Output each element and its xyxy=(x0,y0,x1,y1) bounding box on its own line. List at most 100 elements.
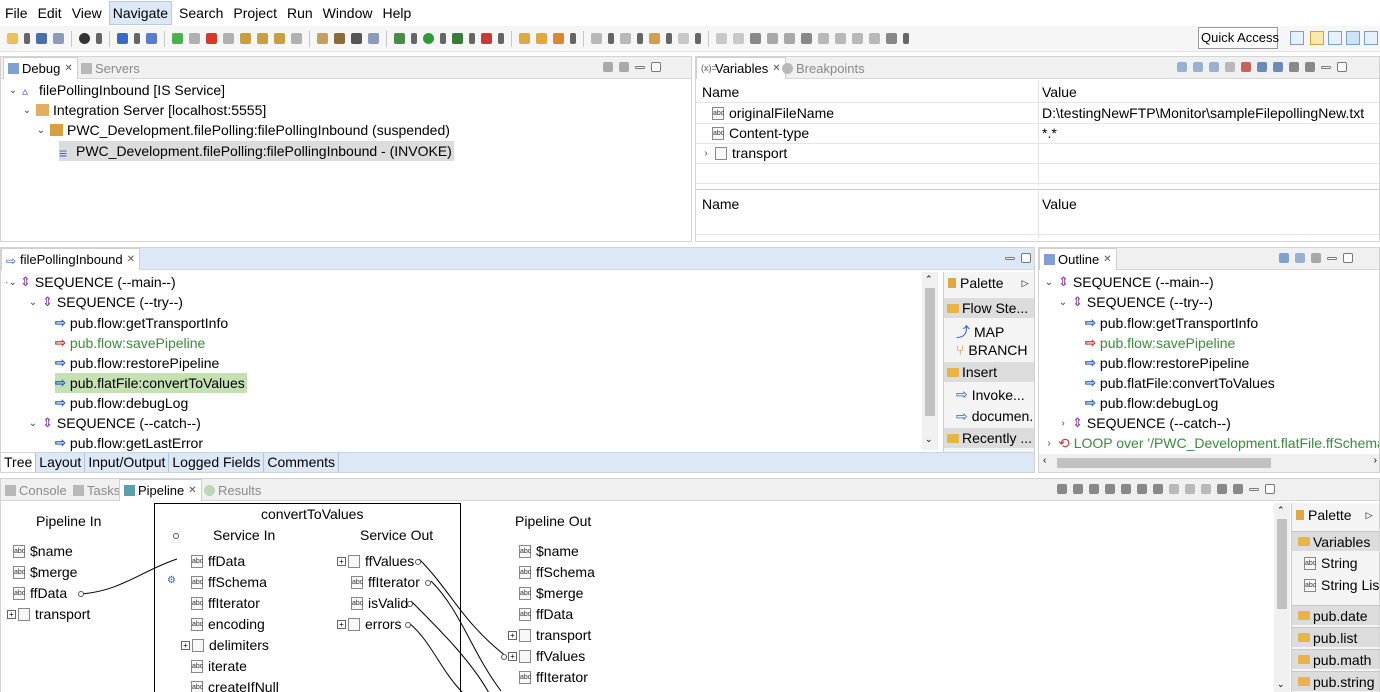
outline-item[interactable]: ⇨ pub.flow:getTransportInfo xyxy=(1085,313,1258,333)
chevron-down-icon[interactable]: ⌄ xyxy=(1057,297,1069,308)
chevron-down-icon[interactable]: ⌄ xyxy=(27,297,39,308)
column-header-name[interactable]: Name xyxy=(702,84,739,100)
pipeline-in-field[interactable]: abc $name xyxy=(13,543,73,559)
outdent-icon[interactable] xyxy=(869,33,880,44)
move-down-icon[interactable] xyxy=(835,33,846,44)
skip-breakpoints-icon[interactable] xyxy=(146,33,157,44)
scroll-right-icon[interactable]: › xyxy=(1374,455,1377,466)
tree-item-selected[interactable]: ⇨ pub.flatFile:convertToValues xyxy=(55,373,247,393)
link-connector[interactable] xyxy=(501,654,507,660)
chevron-right-icon[interactable]: › xyxy=(1043,438,1055,449)
paste-icon[interactable] xyxy=(784,33,795,44)
service-in-field[interactable]: abc createIfNull xyxy=(191,679,279,692)
service-in-field[interactable]: + delimiters xyxy=(181,637,269,653)
options-icon[interactable] xyxy=(1153,484,1163,494)
outline-item[interactable]: ⌄ ⇕ SEQUENCE (--main--) xyxy=(1043,272,1214,292)
tab-comments[interactable]: Comments xyxy=(264,453,340,472)
link-connector[interactable] xyxy=(78,591,84,597)
globe-icon[interactable] xyxy=(79,33,90,44)
copy-icon[interactable] xyxy=(368,33,379,44)
variable-row[interactable]: › transport xyxy=(700,145,787,161)
palette-item-document[interactable]: ⇨ documen... xyxy=(956,408,1034,424)
tab-tasks[interactable]: Tasks xyxy=(73,479,120,501)
palette-drawer-variables[interactable]: Variables xyxy=(1292,531,1379,551)
copy-icon[interactable] xyxy=(767,33,778,44)
run-icon[interactable] xyxy=(423,33,434,44)
variable-row[interactable]: abc Content-type xyxy=(712,125,809,141)
terminate-icon[interactable] xyxy=(206,33,217,44)
service-in-field[interactable]: abc ffData xyxy=(191,553,245,569)
dropdown-icon[interactable] xyxy=(411,33,417,44)
editor-scrollbar[interactable]: ⌃ ⌄ xyxy=(922,272,938,450)
palette-item-string[interactable]: abc String xyxy=(1304,555,1358,571)
debug-perspective-icon[interactable] xyxy=(1346,31,1360,45)
close-icon[interactable]: ✕ xyxy=(64,63,72,74)
view-menu-icon[interactable] xyxy=(1305,62,1315,72)
tree-item[interactable]: ⌄ ⇕ SEQUENCE (--catch--) xyxy=(27,413,201,433)
tree-item[interactable]: ⇨ pub.flow:debugLog xyxy=(55,393,188,413)
palette-item-invoke[interactable]: ⇨ Invoke... xyxy=(956,386,1025,403)
tree-item[interactable]: ⌄ ▵ filePollingInbound [IS Service] xyxy=(7,80,225,100)
step-into-icon[interactable] xyxy=(240,33,251,44)
tab-debug[interactable]: Debug ✕ xyxy=(3,57,78,79)
dropdown-icon[interactable] xyxy=(440,33,446,44)
minimize-icon[interactable] xyxy=(1327,257,1337,260)
pipeline-in-field[interactable]: + transport xyxy=(7,606,90,622)
tree-item[interactable]: ⇨ pub.flow:restorePipeline xyxy=(55,353,219,373)
outline-item[interactable]: ⌄ ⇕ SEQUENCE (--try--) xyxy=(1057,292,1213,312)
dropdown-icon[interactable] xyxy=(903,33,909,44)
prev-annotation-icon[interactable] xyxy=(620,33,631,44)
menu-project[interactable]: Project xyxy=(230,2,280,24)
outline-item[interactable]: ⇨ pub.flow:restorePipeline xyxy=(1085,353,1249,373)
save-all-icon[interactable] xyxy=(53,33,64,44)
column-header-value[interactable]: Value xyxy=(1042,196,1077,212)
expand-icon[interactable]: + xyxy=(7,609,16,619)
maximize-icon[interactable] xyxy=(1265,484,1275,494)
dropdown-icon[interactable] xyxy=(134,33,140,44)
minimize-icon[interactable] xyxy=(1321,66,1331,69)
copy-icon[interactable] xyxy=(1137,484,1147,494)
dropdown-icon[interactable] xyxy=(469,33,475,44)
tab-input-output[interactable]: Input/Output xyxy=(85,453,170,472)
dropdown-icon[interactable] xyxy=(637,33,643,44)
dropdown-icon[interactable] xyxy=(695,33,701,44)
tab-console[interactable]: Console xyxy=(5,479,67,501)
flow-perspective-icon[interactable] xyxy=(1364,31,1378,45)
step-icon[interactable] xyxy=(886,33,897,44)
link-connector[interactable] xyxy=(425,580,431,586)
service-in-field[interactable]: abc iterate xyxy=(191,658,247,674)
chevron-right-icon[interactable]: › xyxy=(700,148,712,159)
menu-view[interactable]: View xyxy=(69,2,105,24)
chevron-right-icon[interactable]: ▷ xyxy=(1366,510,1373,521)
menu-navigate[interactable]: Navigate xyxy=(108,1,173,25)
expand-icon[interactable]: + xyxy=(181,640,190,650)
back-icon[interactable] xyxy=(649,33,660,44)
service-dev-perspective-icon[interactable] xyxy=(1328,31,1342,45)
chevron-down-icon[interactable]: ⌄ xyxy=(7,85,19,96)
outline-item[interactable]: ⇨ pub.flatFile:convertToValues xyxy=(1085,373,1275,393)
chevron-down-icon[interactable]: ⌄ xyxy=(27,418,39,429)
tab-tree[interactable]: Tree xyxy=(1,453,37,472)
dropdown-icon[interactable] xyxy=(608,33,614,44)
link-connector[interactable] xyxy=(405,622,411,628)
chevron-down-icon[interactable]: ⌄ xyxy=(1043,277,1055,288)
maximize-icon[interactable] xyxy=(651,62,661,72)
indent-icon[interactable] xyxy=(1201,484,1211,494)
tree-item[interactable]: ⌄ ⇕ SEQUENCE (--try--) xyxy=(27,292,183,312)
collapse-icon[interactable] xyxy=(1209,62,1219,72)
tab-logged-fields[interactable]: Logged Fields xyxy=(169,453,265,472)
palette-header[interactable]: Palette ▷ xyxy=(1296,507,1373,523)
scroll-up-icon[interactable]: ⌃ xyxy=(1277,505,1285,516)
menu-file[interactable]: File xyxy=(2,2,31,24)
view-menu-icon[interactable] xyxy=(619,62,629,72)
menu-edit[interactable]: Edit xyxy=(35,2,65,24)
scroll-up-icon[interactable]: ⌃ xyxy=(925,274,933,285)
tree-item[interactable]: ⇨ pub.flow:getTransportInfo xyxy=(55,313,228,333)
expand-icon[interactable]: + xyxy=(337,556,346,566)
tab-breakpoints[interactable]: Breakpoints xyxy=(782,57,865,79)
drop-icon[interactable] xyxy=(1105,484,1115,494)
palette-header[interactable]: Palette ▷ xyxy=(948,275,1029,291)
palette-drawer-pub-list[interactable]: pub.list xyxy=(1292,627,1379,647)
tree-item[interactable]: ⌄ PWC_Development.filePolling:filePolling… xyxy=(35,120,450,140)
palette-drawer-pub-math[interactable]: pub.math xyxy=(1292,649,1379,669)
